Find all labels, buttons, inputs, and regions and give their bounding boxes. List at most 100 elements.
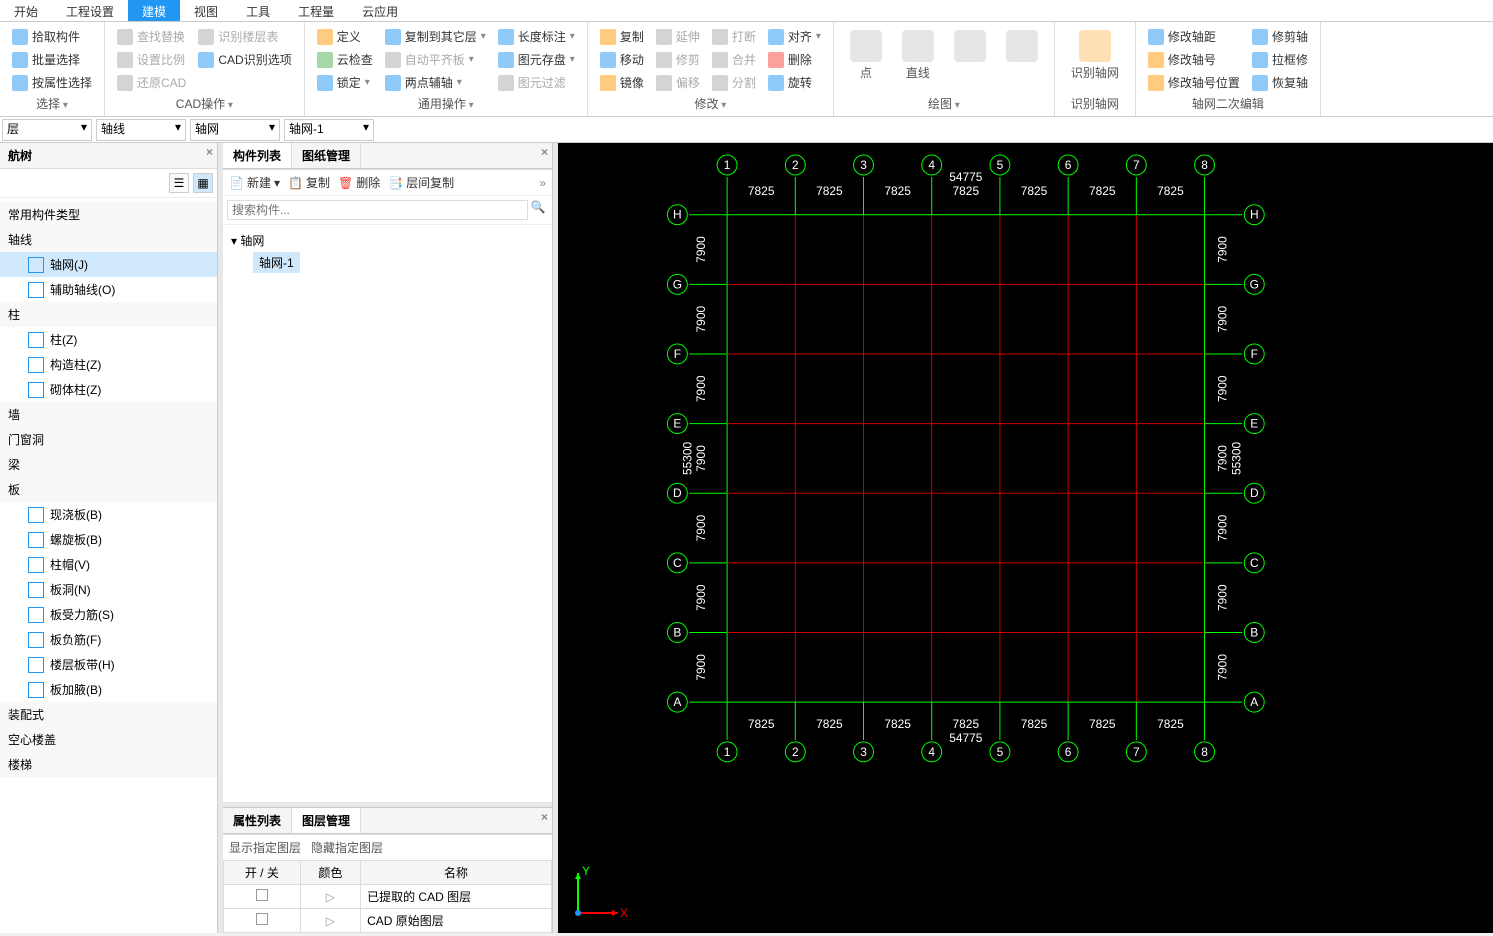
ribbon-button[interactable]: 恢复轴 (1248, 72, 1312, 93)
table-row[interactable]: ▷ 已提取的 CAD 图层 (224, 885, 552, 909)
search-icon[interactable]: 🔍 (528, 200, 548, 220)
table-row[interactable]: ▷ CAD 原始图层 (224, 909, 552, 933)
close-icon[interactable]: × (541, 145, 548, 159)
ribbon-button[interactable]: 镜像 (596, 72, 648, 93)
svg-text:7900: 7900 (1215, 306, 1229, 333)
ribbon-group-3: 复制移动镜像延伸修剪偏移打断合并分割对齐删除旋转修改 (588, 22, 834, 116)
tree-item[interactable]: 柱帽(V) (0, 552, 217, 577)
tree-category[interactable]: 轴线 (0, 227, 217, 252)
ribbon-button[interactable] (194, 72, 295, 90)
checkbox[interactable] (256, 913, 268, 925)
svg-text:C: C (1250, 556, 1259, 570)
menu-tab-6[interactable]: 云应用 (348, 0, 412, 21)
ribbon-button[interactable]: 批量选择 (8, 49, 96, 70)
checkbox[interactable] (256, 889, 268, 901)
tree-item[interactable]: 轴网(J) (0, 252, 217, 277)
ribbon-big-button[interactable]: 识别轴网 (1063, 26, 1127, 85)
delete-button[interactable]: 🗑删除 (338, 174, 380, 191)
tree-category[interactable]: 装配式 (0, 702, 217, 727)
tree-category[interactable]: 门窗洞 (0, 427, 217, 452)
tree-item[interactable]: 板加腋(B) (0, 677, 217, 702)
layer-copy-button[interactable]: 📑层间复制 (388, 174, 454, 191)
ribbon-button[interactable]: 修剪轴 (1248, 26, 1312, 47)
svg-text:E: E (673, 417, 681, 431)
svg-text:55300: 55300 (680, 441, 694, 475)
tree-category[interactable]: 常用构件类型 (0, 202, 217, 227)
ribbon-big-button (998, 26, 1046, 85)
tree-category[interactable]: 梁 (0, 452, 217, 477)
menu-tab-2[interactable]: 建模 (128, 0, 180, 21)
ribbon-button[interactable]: 移动 (596, 49, 648, 70)
menu-tab-3[interactable]: 视图 (180, 0, 232, 21)
name-selector[interactable]: 轴网-1▾ (284, 119, 374, 141)
menu-tab-0[interactable]: 开始 (0, 0, 52, 21)
ribbon-button[interactable]: 修改轴号 (1144, 49, 1244, 70)
ribbon-button: 还原CAD (113, 72, 190, 93)
viewport[interactable]: 1178257825227825782533782578254478257825… (558, 143, 1493, 933)
close-icon[interactable]: × (541, 810, 548, 824)
tree-category[interactable]: 墙 (0, 402, 217, 427)
copy-button[interactable]: 📋复制 (288, 174, 330, 191)
close-icon[interactable]: × (206, 145, 213, 159)
svg-text:7900: 7900 (694, 654, 708, 681)
ribbon-button[interactable]: 按属性选择 (8, 72, 96, 93)
category-selector[interactable]: 轴线▾ (96, 119, 186, 141)
expand-icon[interactable]: ▷ (326, 890, 335, 904)
ribbon-button[interactable]: 锁定 (313, 72, 377, 93)
ribbon-button[interactable]: 定义 (313, 26, 377, 47)
tree-item[interactable]: 砌体柱(Z) (0, 377, 217, 402)
tab-layer-manage[interactable]: 图层管理 (292, 808, 361, 833)
component-item[interactable]: 轴网-1 (253, 252, 300, 273)
ribbon-button[interactable]: 复制 (596, 26, 648, 47)
ribbon-button[interactable]: 旋转 (764, 72, 825, 93)
ribbon-button[interactable]: 长度标注 (494, 26, 579, 47)
expand-icon[interactable]: » (539, 176, 546, 190)
ribbon-button[interactable]: 拉框修 (1248, 49, 1312, 70)
type-selector[interactable]: 轴网▾ (190, 119, 280, 141)
ribbon-button[interactable]: 复制到其它层 (381, 26, 490, 47)
tree-item[interactable]: 楼层板带(H) (0, 652, 217, 677)
tree-category[interactable]: 板 (0, 477, 217, 502)
component-group[interactable]: 轴网 (223, 229, 552, 252)
ribbon-button[interactable]: 两点辅轴 (381, 72, 490, 93)
svg-text:X: X (620, 906, 628, 920)
expand-icon[interactable]: ▷ (326, 914, 335, 928)
svg-text:2: 2 (792, 745, 799, 759)
hide-layer-button[interactable]: 隐藏指定图层 (311, 841, 383, 855)
tree-item[interactable]: 辅助轴线(O) (0, 277, 217, 302)
new-button[interactable]: 📄新建 ▾ (229, 174, 280, 191)
tree-item[interactable]: 板负筋(F) (0, 627, 217, 652)
tree-category[interactable]: 空心楼盖 (0, 727, 217, 752)
ribbon-button[interactable]: 图元存盘 (494, 49, 579, 70)
tree-item[interactable]: 构造柱(Z) (0, 352, 217, 377)
tree-view-button[interactable]: ▦ (193, 173, 213, 193)
tree-item[interactable]: 现浇板(B) (0, 502, 217, 527)
tree-item[interactable]: 柱(Z) (0, 327, 217, 352)
tree-item[interactable]: 板洞(N) (0, 577, 217, 602)
tree-item[interactable]: 螺旋板(B) (0, 527, 217, 552)
ribbon-button[interactable]: 云检查 (313, 49, 377, 70)
tree-item[interactable]: 板受力筋(S) (0, 602, 217, 627)
tab-component-list[interactable]: 构件列表 (223, 143, 292, 168)
layer-selector[interactable]: 层▾ (2, 119, 92, 141)
ribbon-button[interactable]: 修改轴号位置 (1144, 72, 1244, 93)
svg-text:4: 4 (928, 158, 935, 172)
ribbon-button[interactable]: 删除 (764, 49, 825, 70)
search-input[interactable] (227, 200, 528, 220)
ribbon-button[interactable]: 修改轴距 (1144, 26, 1244, 47)
menu-tab-1[interactable]: 工程设置 (52, 0, 128, 21)
ribbon-group-2: 定义云检查锁定复制到其它层自动平齐板两点辅轴长度标注图元存盘图元过滤通用操作 (305, 22, 588, 116)
show-layer-button[interactable]: 显示指定图层 (229, 841, 301, 855)
ribbon-button[interactable]: 对齐 (764, 26, 825, 47)
tree-category[interactable]: 柱 (0, 302, 217, 327)
tree-category[interactable]: 楼梯 (0, 752, 217, 777)
svg-text:A: A (673, 695, 681, 709)
svg-text:H: H (1250, 208, 1259, 222)
ribbon-button[interactable]: CAD识别选项 (194, 49, 295, 70)
ribbon-button[interactable]: 拾取构件 (8, 26, 96, 47)
menu-tab-5[interactable]: 工程量 (284, 0, 348, 21)
menu-tab-4[interactable]: 工具 (232, 0, 284, 21)
list-view-button[interactable]: ☰ (169, 173, 189, 193)
tab-property-list[interactable]: 属性列表 (223, 808, 292, 833)
tab-drawing-manage[interactable]: 图纸管理 (292, 143, 361, 168)
